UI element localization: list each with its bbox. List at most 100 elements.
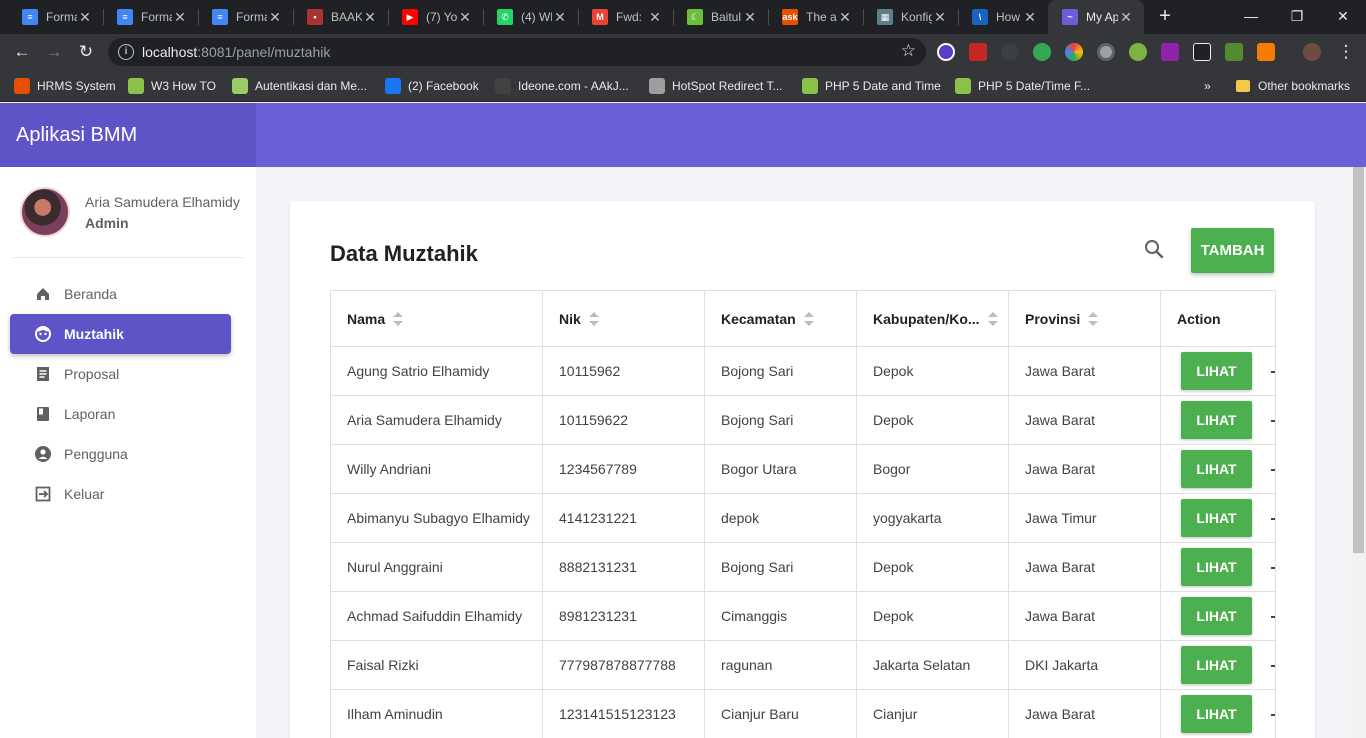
table-cell: Depok xyxy=(857,396,1009,444)
maximize-button[interactable]: ❐ xyxy=(1274,0,1320,32)
browser-tab[interactable]: ~ My Ap ✕ xyxy=(1048,0,1144,34)
close-tab-icon[interactable]: ✕ xyxy=(267,9,283,26)
view-button[interactable]: LIHAT xyxy=(1181,646,1252,684)
close-tab-icon[interactable]: ✕ xyxy=(552,9,568,26)
address-bar[interactable]: i localhost:8081/panel/muztahik ☆ xyxy=(108,38,926,66)
menu-dots-icon[interactable]: ⋮ xyxy=(1334,40,1358,64)
close-tab-icon[interactable]: ✕ xyxy=(172,9,188,26)
site-info-icon[interactable]: i xyxy=(118,44,134,60)
sort-icon[interactable] xyxy=(588,311,599,326)
view-button[interactable]: LIHAT xyxy=(1181,499,1252,537)
close-tab-icon[interactable]: ✕ xyxy=(1022,9,1038,26)
view-button[interactable]: LIHAT xyxy=(1181,548,1252,586)
view-button[interactable]: LIHAT xyxy=(1181,401,1252,439)
view-button[interactable]: LIHAT xyxy=(1181,695,1252,733)
sort-icon[interactable] xyxy=(393,311,404,326)
view-button[interactable]: LIHAT xyxy=(1181,597,1252,635)
document-icon xyxy=(34,365,52,383)
close-tab-icon[interactable]: ✕ xyxy=(1118,9,1134,26)
sort-icon[interactable] xyxy=(1088,311,1099,326)
bookmark-label: HotSpot Redirect T... xyxy=(672,79,783,93)
bookmark-item[interactable]: W3 How TO xyxy=(128,77,216,95)
sort-icon[interactable] xyxy=(803,311,814,326)
table-row: Agung Satrio Elhamidy 10115962 Bojong Sari… xyxy=(331,347,1276,396)
browser-tab[interactable]: M Fwd: ✕ xyxy=(578,0,673,34)
bookmark-item[interactable]: HRMS System xyxy=(14,77,116,95)
extension-icon[interactable] xyxy=(1097,43,1115,61)
view-button[interactable]: LIHAT xyxy=(1181,450,1252,488)
table-cell: 8981231231 xyxy=(543,592,705,640)
close-tab-icon[interactable]: ✕ xyxy=(647,9,663,26)
bookmark-item[interactable]: (2) Facebook xyxy=(385,77,479,95)
browser-tab[interactable]: ≡ Forma✕ xyxy=(198,0,293,34)
sidebar-item-proposal[interactable]: Proposal xyxy=(10,354,231,394)
bookmark-item[interactable]: Ideone.com - AAkJ... xyxy=(495,77,629,95)
bookmark-item[interactable]: Autentikasi dan Me... xyxy=(232,77,367,95)
browser-tab[interactable]: • BAAK ✕ xyxy=(293,0,388,34)
browser-tab[interactable]: ▦ Konfig ✕ xyxy=(863,0,958,34)
column-header[interactable]: Nik xyxy=(543,291,705,346)
extension-icon[interactable] xyxy=(1225,43,1243,61)
column-header[interactable]: Kabupaten/Ko... xyxy=(857,291,1009,346)
close-tab-icon[interactable]: ✕ xyxy=(457,9,473,26)
close-window-button[interactable]: ✕ xyxy=(1320,0,1366,32)
table-cell: Depok xyxy=(857,543,1009,591)
view-button[interactable]: LIHAT xyxy=(1181,352,1252,390)
column-header[interactable]: Nama xyxy=(331,291,543,346)
browser-tab[interactable]: ▶ (7) Yo ✕ xyxy=(388,0,483,34)
sidebar-item-keluar[interactable]: Keluar xyxy=(10,474,231,514)
forward-button[interactable]: → xyxy=(42,40,66,64)
extension-icon[interactable] xyxy=(937,43,955,61)
color-picker-extension-icon[interactable] xyxy=(1065,43,1083,61)
cors-extension-icon[interactable] xyxy=(969,43,987,61)
extension-icon[interactable] xyxy=(1129,43,1147,61)
table-cell: Willy Andriani xyxy=(331,445,543,493)
bookmark-item[interactable]: PHP 5 Date/Time F... xyxy=(955,77,1090,95)
back-button[interactable]: ← xyxy=(10,40,34,64)
browser-tab[interactable]: ≡ Forma✕ xyxy=(8,0,103,34)
browser-tab[interactable]: \ How I✕ xyxy=(958,0,1048,34)
browser-tab[interactable]: ✆ (4) Wh✕ xyxy=(483,0,578,34)
add-button[interactable]: TAMBAH xyxy=(1191,228,1274,273)
extension-icon[interactable] xyxy=(1257,43,1275,61)
bookmark-favicon-icon xyxy=(802,78,818,94)
logout-icon xyxy=(34,485,52,503)
minimize-button[interactable]: — xyxy=(1228,0,1274,32)
browser-tab[interactable]: ☾ Baitul ✕ xyxy=(673,0,768,34)
column-header[interactable]: Provinsi xyxy=(1009,291,1161,346)
bookmark-star-icon[interactable]: ☆ xyxy=(901,41,916,61)
browser-tab[interactable]: ask The a ✕ xyxy=(768,0,863,34)
close-tab-icon[interactable]: ✕ xyxy=(362,9,378,26)
sidebar-item-laporan[interactable]: Laporan xyxy=(10,394,231,434)
extension-icon[interactable] xyxy=(1193,43,1211,61)
extension-icon[interactable] xyxy=(1001,43,1019,61)
table-cell: Bojong Sari xyxy=(705,396,857,444)
scrollbar-thumb[interactable] xyxy=(1353,167,1364,553)
sort-icon[interactable] xyxy=(987,311,998,326)
sidebar-item-pengguna[interactable]: Pengguna xyxy=(10,434,231,474)
new-tab-button[interactable]: + xyxy=(1154,5,1176,27)
extension-icon[interactable] xyxy=(1161,43,1179,61)
clipped-action-indicator xyxy=(1271,616,1275,618)
profile-avatar[interactable] xyxy=(1303,43,1321,61)
more-bookmarks-button[interactable]: » xyxy=(1204,77,1211,95)
table-row: Nurul Anggraini 8882131231 Bojong Sari Depo… xyxy=(331,543,1276,592)
extension-icon[interactable] xyxy=(1033,43,1051,61)
sidebar-item-muztahik[interactable]: Muztahik xyxy=(10,314,231,354)
clipped-action-indicator xyxy=(1271,665,1275,667)
close-tab-icon[interactable]: ✕ xyxy=(837,9,853,26)
browser-tab[interactable]: ≡ Forma✕ xyxy=(103,0,198,34)
close-tab-icon[interactable]: ✕ xyxy=(77,9,93,26)
sidebar-item-beranda[interactable]: Beranda xyxy=(10,274,231,314)
other-bookmarks-folder[interactable]: Other bookmarks xyxy=(1236,77,1350,95)
bookmark-label: HRMS System xyxy=(37,79,116,93)
reload-button[interactable]: ↻ xyxy=(74,40,98,64)
action-cell: LIHAT xyxy=(1161,690,1276,738)
bookmark-item[interactable]: PHP 5 Date and Time xyxy=(802,77,941,95)
close-tab-icon[interactable]: ✕ xyxy=(932,9,948,26)
close-tab-icon[interactable]: ✕ xyxy=(742,9,758,26)
bookmark-item[interactable]: HotSpot Redirect T... xyxy=(649,77,783,95)
search-icon[interactable] xyxy=(1142,237,1166,261)
bookmark-label: Ideone.com - AAkJ... xyxy=(518,79,629,93)
column-header[interactable]: Kecamatan xyxy=(705,291,857,346)
